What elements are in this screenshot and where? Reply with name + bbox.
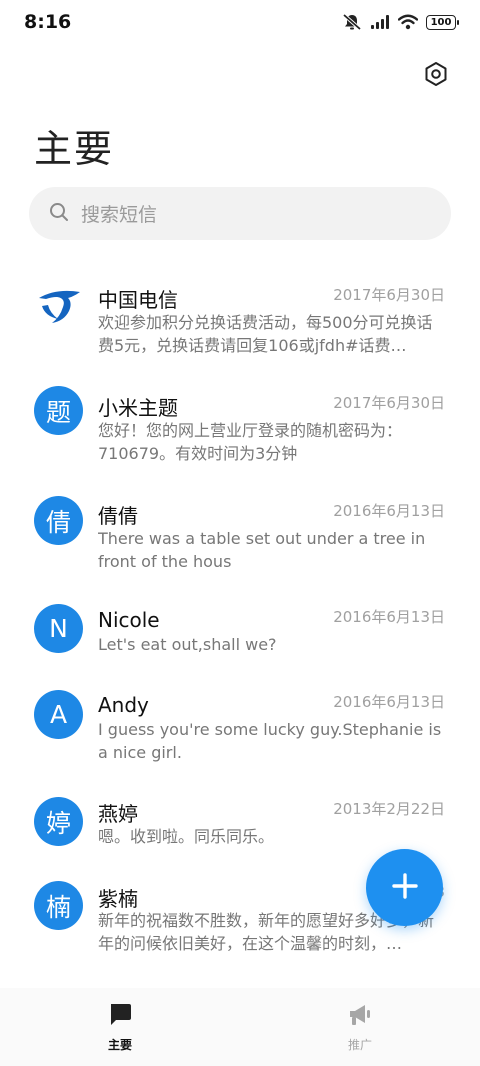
status-icons: 100 <box>342 13 459 31</box>
tab-promotions[interactable]: 推广 <box>240 988 480 1066</box>
avatar: 楠 <box>34 881 83 930</box>
signal-icon <box>370 14 390 30</box>
message-date: 2013年2月22日 <box>333 800 445 818</box>
china-telecom-logo-icon <box>38 290 80 323</box>
plus-icon <box>391 872 419 904</box>
tab-primary-label: 主要 <box>107 1038 132 1052</box>
list-item[interactable]: 题 小米主题 2017年6月30日 您好！您的网上营业厅登录的随机密码为：710… <box>0 376 480 476</box>
settings-icon <box>423 61 449 91</box>
sender-name: Nicole <box>98 608 160 632</box>
message-preview: 嗯。收到啦。同乐同乐。 <box>98 827 275 846</box>
message-date: 2017年6月30日 <box>333 286 445 304</box>
sender-name: 紫楠 <box>98 887 138 911</box>
message-preview: I guess you're some lucky guy.Stephanie … <box>98 720 442 762</box>
battery-icon: 100 <box>426 14 459 30</box>
message-date: 2017年6月30日 <box>333 394 445 412</box>
sender-name: 小米主题 <box>98 396 178 420</box>
search-placeholder: 搜索短信 <box>81 204 158 226</box>
new-message-button[interactable] <box>366 849 443 926</box>
message-date: 2016年6月13日 <box>333 693 445 711</box>
megaphone-icon <box>347 1002 373 1032</box>
avatar <box>34 281 83 330</box>
avatar: 题 <box>34 386 83 435</box>
battery-level: 100 <box>430 16 452 28</box>
bottom-nav: 主要 推广 <box>0 988 480 1066</box>
avatar: 倩 <box>34 496 83 545</box>
tab-primary[interactable]: 主要 <box>0 988 240 1066</box>
sender-name: 倩倩 <box>98 504 138 528</box>
search-icon <box>49 202 69 226</box>
avatar: 婷 <box>34 797 83 846</box>
search-input[interactable]: 搜索短信 <box>29 187 451 240</box>
chat-bubble-icon <box>107 1002 133 1032</box>
page-title: 主要 <box>34 127 115 171</box>
message-date: 2016年6月13日 <box>333 502 445 520</box>
avatar: N <box>34 604 83 653</box>
avatar: A <box>34 690 83 739</box>
list-item[interactable]: 倩 倩倩 2016年6月13日 There was a table set ou… <box>0 484 480 584</box>
message-preview: 欢迎参加积分兑换话费活动，每500分可兑换话费5元，兑换话费请回复106或jfd… <box>98 313 433 355</box>
status-time: 8:16 <box>24 11 72 33</box>
mute-icon <box>342 13 362 31</box>
message-preview: There was a table set out under a tree i… <box>98 529 426 571</box>
sender-name: Andy <box>98 693 149 717</box>
list-item[interactable]: A Andy 2016年6月13日 I guess you're some lu… <box>0 676 480 776</box>
status-bar: 8:16 100 <box>0 0 480 44</box>
message-preview: Let's eat out,shall we? <box>98 635 277 654</box>
settings-button[interactable] <box>418 58 454 94</box>
tab-promotions-label: 推广 <box>347 1038 372 1052</box>
list-item[interactable]: 中国电信 2017年6月30日 欢迎参加积分兑换话费活动，每500分可兑换话费5… <box>0 268 480 368</box>
wifi-icon <box>398 14 418 30</box>
message-preview: 您好！您的网上营业厅登录的随机密码为：710679。有效时间为3分钟 <box>98 421 403 463</box>
message-date: 2016年6月13日 <box>333 608 445 626</box>
sender-name: 燕婷 <box>98 802 138 826</box>
sender-name: 中国电信 <box>98 288 178 312</box>
